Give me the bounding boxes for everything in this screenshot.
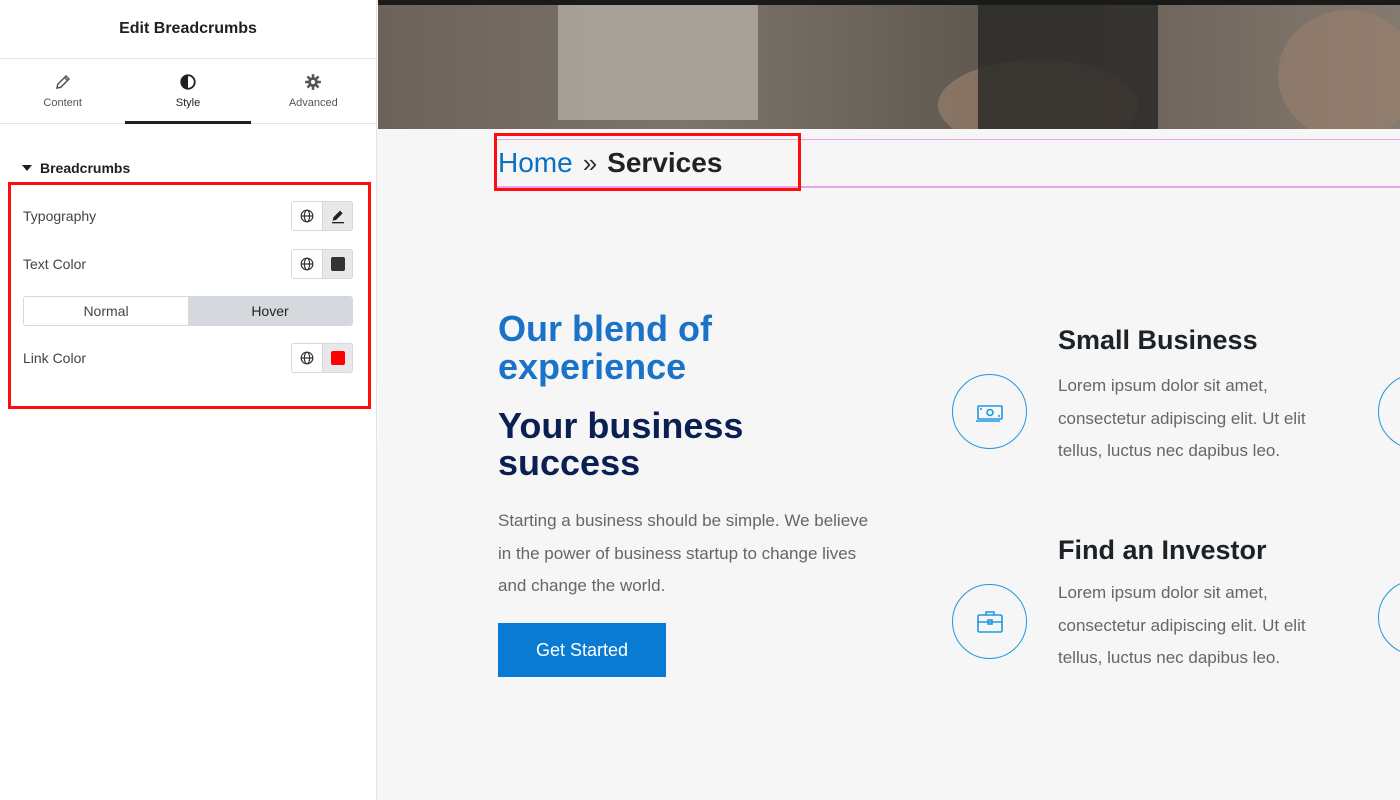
feature-icon-circle [952,374,1027,449]
toggle-normal[interactable]: Normal [24,297,188,325]
top-bar [378,0,1400,5]
link-color-globe-button[interactable] [292,344,322,372]
feature-text: Lorem ipsum dolor sit amet, consectetur … [1058,583,1306,667]
briefcase-icon [976,610,1003,633]
gear-icon [305,74,322,90]
feature-icon-circle [1378,374,1400,449]
typography-globe-button[interactable] [292,202,322,230]
text-color-globe-button[interactable] [292,250,322,278]
typography-row: Typography [23,192,353,240]
pencil-icon [55,74,70,89]
link-color-buttons [291,343,353,373]
caret-down-icon [22,165,32,171]
tab-style[interactable]: Style [125,59,251,124]
tab-content[interactable]: Content [0,59,125,123]
pencil-icon [331,210,344,224]
get-started-button[interactable]: Get Started [498,623,666,677]
link-color-swatch [330,351,345,365]
text-color-swatch [330,257,345,271]
panel-title: Edit Breadcrumbs [119,20,257,37]
feature-title: Small Business [1058,325,1258,355]
money-icon [975,404,1003,422]
link-color-row: Link Color [23,334,353,382]
text-color-row: Text Color [23,240,353,288]
feature-title: Find an Investor [1058,535,1267,565]
half-circle-icon [180,74,196,90]
globe-icon [300,209,314,223]
breadcrumbs-highlight-box [494,133,801,191]
section-breadcrumbs-label: Breadcrumbs [40,160,131,176]
hero-shape [558,0,758,120]
text-color-buttons [291,249,353,279]
tab-style-label: Style [175,97,201,109]
text-color-swatch-button[interactable] [322,250,352,278]
text-color-label: Text Color [23,256,87,272]
hero-shape [978,0,1158,129]
intro-text: Starting a business should be simple. We… [498,511,869,595]
tab-advanced-label: Advanced [288,97,338,109]
tab-advanced[interactable]: Advanced [251,59,376,123]
typography-edit-button[interactable] [322,202,352,230]
link-color-label: Link Color [23,350,87,366]
heading-success: Your business success [498,405,744,483]
typography-buttons [291,201,353,231]
hero-image [378,0,1400,129]
toggle-hover[interactable]: Hover [188,297,352,325]
feature-icon-circle [1378,580,1400,655]
hero-shape [1278,10,1400,129]
panel-tabs: Content Style Advanced [0,59,376,124]
feature-icon-circle [952,584,1027,659]
page-preview: Home » Services Our blend of experience … [378,0,1400,800]
style-controls: Typography Text Color Normal Hover Link … [0,192,376,382]
editor-panel: Edit Breadcrumbs Content Style Advanced … [0,0,377,800]
tab-content-label: Content [43,97,82,109]
globe-icon [300,351,314,365]
section-breadcrumbs[interactable]: Breadcrumbs [22,160,376,176]
heading-blend: Our blend of experience [498,308,712,387]
panel-header: Edit Breadcrumbs [0,0,376,59]
globe-icon [300,257,314,271]
state-toggle: Normal Hover [23,296,353,326]
typography-label: Typography [23,208,97,224]
feature-text: Lorem ipsum dolor sit amet, consectetur … [1058,376,1306,460]
link-color-swatch-button[interactable] [322,344,352,372]
